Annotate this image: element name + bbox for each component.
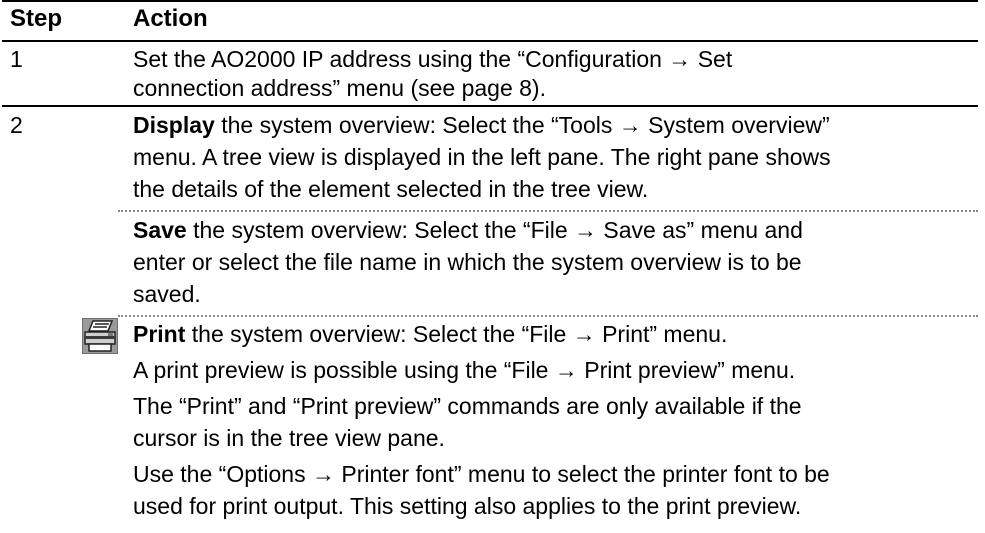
save-line-3: saved. xyxy=(133,281,201,307)
header-action: Action xyxy=(133,5,208,32)
procedure-table: Step Action 1 Set the AO2000 IP address … xyxy=(0,0,985,533)
print-line-3: The “Print” and “Print preview” commands… xyxy=(133,393,802,419)
save-text-1: the system overview: Select the “File → … xyxy=(186,217,803,243)
print-line-1: Print the system overview: Select the “F… xyxy=(133,318,727,350)
save-line-2: enter or select the file name in which t… xyxy=(133,249,802,275)
printer-icon xyxy=(82,318,118,354)
row-1-line-1: Set the AO2000 IP address using the “Con… xyxy=(133,46,733,72)
print-keyword: Print xyxy=(133,321,186,347)
print-line-5: Use the “Options → Printer font” menu to… xyxy=(133,461,830,487)
print-text-1: the system overview: Select the “File → … xyxy=(185,321,728,347)
row-2-step: 2 xyxy=(10,112,23,138)
print-line-2: A print preview is possible using the “F… xyxy=(133,357,796,383)
save-line-1: Save the system overview: Select the “Fi… xyxy=(133,214,803,246)
display-line-3: the details of the element selected in t… xyxy=(133,176,649,202)
save-divider xyxy=(118,315,978,317)
display-keyword: Display xyxy=(133,112,215,138)
save-keyword: Save xyxy=(133,217,187,243)
display-text-1: the system overview: Select the “Tools →… xyxy=(214,112,830,138)
row-1-line-2: connection address” menu (see page 8). xyxy=(133,75,546,101)
header-step: Step xyxy=(10,5,63,32)
display-line-2: menu. A tree view is displayed in the le… xyxy=(133,144,831,170)
row-1-rule xyxy=(2,105,978,107)
print-line-6: used for print output. This setting also… xyxy=(133,493,802,519)
display-line-1: Display the system overview: Select the … xyxy=(133,109,830,141)
display-divider xyxy=(118,210,978,212)
header-rule xyxy=(2,40,978,42)
table-top-rule xyxy=(2,0,978,2)
print-line-4: cursor is in the tree view pane. xyxy=(133,425,445,451)
row-1-step: 1 xyxy=(10,46,23,72)
